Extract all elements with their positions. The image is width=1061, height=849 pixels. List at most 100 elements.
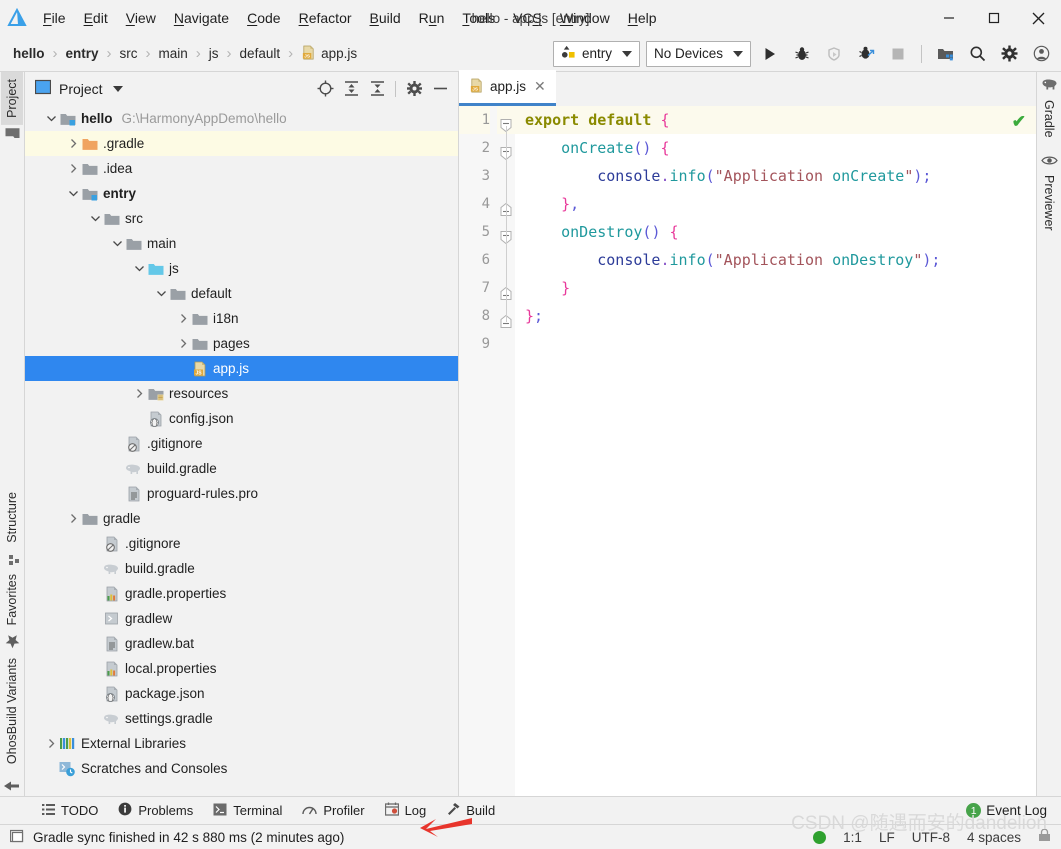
chevron-down-icon[interactable] <box>43 114 59 123</box>
tree-node-app-js[interactable]: JS app.js <box>25 356 458 381</box>
tool-window-problems[interactable]: Problems <box>108 799 203 822</box>
tree-node-scratches-and-consoles[interactable]: Scratches and Consoles <box>25 756 458 781</box>
tree-node-build-gradle[interactable]: build.gradle <box>25 456 458 481</box>
tree-node--gradle[interactable]: .gradle <box>25 131 458 156</box>
breadcrumb-item-1[interactable]: entry <box>64 46 101 61</box>
locate-icon[interactable] <box>313 77 337 101</box>
breadcrumb-item-0[interactable]: hello <box>11 46 47 61</box>
sidebar-item-ohosbuild-variants[interactable]: OhosBuild Variants <box>1 651 23 771</box>
tree-node-external-libraries[interactable]: External Libraries <box>25 731 458 756</box>
file-encoding[interactable]: UTF-8 <box>912 830 950 845</box>
breadcrumb-item-3[interactable]: main <box>157 46 190 61</box>
code-line[interactable] <box>515 330 1036 358</box>
tree-node-hello[interactable]: hello G:\HarmonyAppDemo\hello <box>25 106 458 131</box>
tree-node--gitignore[interactable]: .gitignore <box>25 431 458 456</box>
status-toggle-icon[interactable] <box>9 829 25 846</box>
breadcrumb-item-2[interactable]: src <box>118 46 140 61</box>
inspection-status-icon[interactable]: ✔ <box>1012 112 1026 132</box>
menu-help[interactable]: Help <box>619 7 666 29</box>
run-configuration-selector[interactable]: entry <box>552 40 640 67</box>
chevron-right-icon[interactable] <box>175 338 191 349</box>
sidebar-item-favorites[interactable]: Favorites <box>1 567 23 632</box>
code-line[interactable]: console.info("Application onDestroy"); <box>515 246 1036 274</box>
sidebar-item-previewer[interactable]: Previewer <box>1038 168 1060 238</box>
tree-node-js[interactable]: js <box>25 256 458 281</box>
menu-code[interactable]: Code <box>238 7 289 29</box>
tree-node-default[interactable]: default <box>25 281 458 306</box>
tool-window-log[interactable]: Log <box>375 799 437 822</box>
sidebar-item-project[interactable]: Project <box>1 72 23 125</box>
expand-all-icon[interactable] <box>339 77 363 101</box>
tree-node-package-json[interactable]: {} package.json <box>25 681 458 706</box>
tree-node--idea[interactable]: .idea <box>25 156 458 181</box>
hide-panel-icon[interactable] <box>428 77 452 101</box>
tree-node-settings-gradle[interactable]: settings.gradle <box>25 706 458 731</box>
code-line[interactable]: }, <box>515 190 1036 218</box>
menu-file[interactable]: File <box>34 7 75 29</box>
code-folding-gutter[interactable] <box>497 106 515 796</box>
settings-icon[interactable] <box>402 77 426 101</box>
tree-node-build-gradle[interactable]: build.gradle <box>25 556 458 581</box>
maximize-button[interactable] <box>971 0 1016 36</box>
tree-node-i18n[interactable]: i18n <box>25 306 458 331</box>
tree-node-gradlew-bat[interactable]: gradlew.bat <box>25 631 458 656</box>
tree-node-config-json[interactable]: {} config.json <box>25 406 458 431</box>
device-selector[interactable]: No Devices <box>645 40 751 67</box>
code-editor[interactable]: 1 2 3 4 5 6 7 8 9 export default { onCreate() { … <box>459 106 1036 796</box>
code-line[interactable]: console.info("Application onCreate"); <box>515 162 1036 190</box>
tree-node-entry[interactable]: entry <box>25 181 458 206</box>
code-line[interactable]: } <box>515 274 1036 302</box>
close-icon[interactable]: ✕ <box>532 78 548 95</box>
tree-node-gradle-properties[interactable]: gradle.properties <box>25 581 458 606</box>
search-everywhere-icon[interactable] <box>964 41 990 67</box>
sidebar-item-gradle[interactable]: Gradle <box>1038 93 1060 145</box>
breadcrumb-item-4[interactable]: js <box>207 46 221 61</box>
caret-position[interactable]: 1:1 <box>843 830 862 845</box>
menu-navigate[interactable]: Navigate <box>165 7 238 29</box>
chevron-down-icon[interactable] <box>65 189 81 198</box>
tree-node-proguard-rules-pro[interactable]: proguard-rules.pro <box>25 481 458 506</box>
chevron-down-icon[interactable] <box>112 85 123 92</box>
chevron-right-icon[interactable] <box>175 313 191 324</box>
tree-node-gradle[interactable]: gradle <box>25 506 458 531</box>
tree-node-gradlew[interactable]: gradlew <box>25 606 458 631</box>
breadcrumb-item-6[interactable]: JS app.js <box>299 45 359 63</box>
debug-icon[interactable] <box>789 41 815 67</box>
stop-icon[interactable] <box>885 41 911 67</box>
tree-node-pages[interactable]: pages <box>25 331 458 356</box>
code-line[interactable]: onCreate() { <box>515 134 1036 162</box>
menu-edit[interactable]: Edit <box>75 7 117 29</box>
settings-icon[interactable] <box>996 41 1022 67</box>
sidebar-item-structure[interactable]: Structure <box>1 485 23 550</box>
project-tree[interactable]: hello G:\HarmonyAppDemo\hello .gradle .idea… <box>25 105 458 796</box>
menu-build[interactable]: Build <box>361 7 410 29</box>
close-button[interactable] <box>1016 0 1061 36</box>
chevron-down-icon[interactable] <box>131 264 147 273</box>
tool-window-todo[interactable]: TODO <box>32 800 108 822</box>
menu-refactor[interactable]: Refactor <box>290 7 361 29</box>
chevron-down-icon[interactable] <box>153 289 169 298</box>
chevron-down-icon[interactable] <box>109 239 125 248</box>
minimize-button[interactable] <box>926 0 971 36</box>
code-lines[interactable]: export default { onCreate() { console.in… <box>515 106 1036 796</box>
indent-setting[interactable]: 4 spaces <box>967 830 1021 845</box>
tree-node-resources[interactable]: resources <box>25 381 458 406</box>
code-line[interactable]: }; <box>515 302 1036 330</box>
chevron-right-icon[interactable] <box>131 388 147 399</box>
fold-collapse-icon[interactable] <box>500 114 512 133</box>
menu-run[interactable]: Run <box>410 7 454 29</box>
tree-node-src[interactable]: src <box>25 206 458 231</box>
run-icon[interactable] <box>757 41 783 67</box>
tree-node--gitignore[interactable]: .gitignore <box>25 531 458 556</box>
chevron-right-icon[interactable] <box>65 138 81 149</box>
event-log-area[interactable]: 1 Event Log <box>966 803 1061 818</box>
breadcrumb-item-5[interactable]: default <box>238 46 283 61</box>
memory-indicator[interactable] <box>813 830 827 844</box>
tab-app-js[interactable]: JS app.js ✕ <box>459 70 556 106</box>
line-separator[interactable]: LF <box>879 830 895 845</box>
chevron-right-icon[interactable] <box>65 163 81 174</box>
project-structure-icon[interactable] <box>932 41 958 67</box>
chevron-right-icon[interactable] <box>43 738 59 749</box>
tree-node-local-properties[interactable]: local.properties <box>25 656 458 681</box>
code-line[interactable]: export default { <box>515 106 1036 134</box>
